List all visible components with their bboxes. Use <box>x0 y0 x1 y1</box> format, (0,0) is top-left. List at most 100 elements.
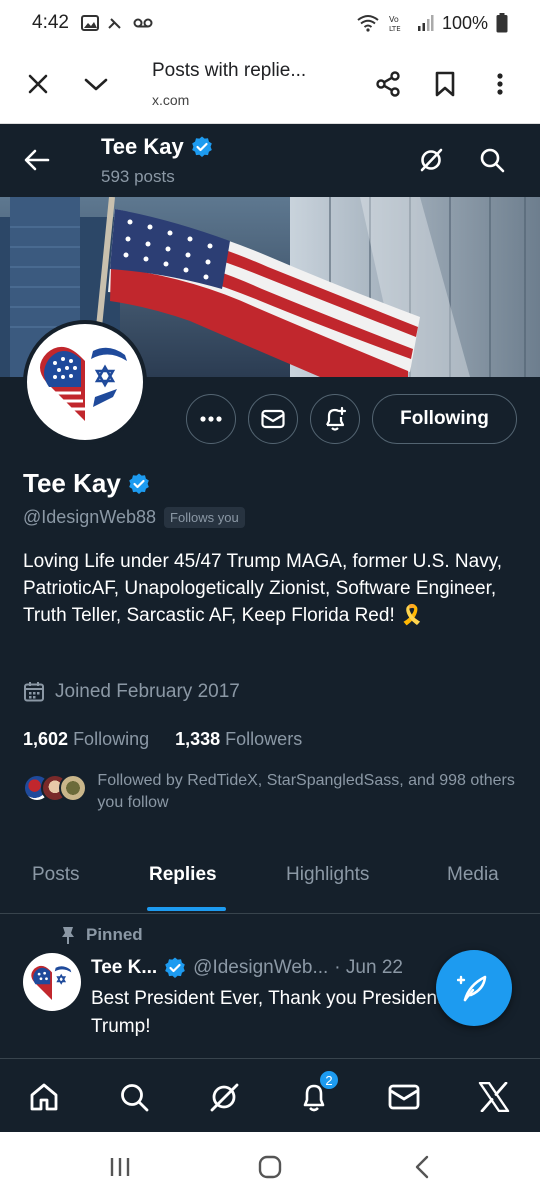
grok-icon <box>210 1083 239 1112</box>
followed-by-text: Followed by RedTideX, StarSpangledSass, … <box>97 772 515 811</box>
arrow-left-icon <box>24 149 50 171</box>
wifi-icon <box>357 15 379 32</box>
mutual-avatars <box>23 770 87 804</box>
more-vertical-icon <box>497 73 503 95</box>
verified-badge-icon <box>165 957 185 978</box>
recent-apps-button[interactable] <box>100 1152 140 1182</box>
notification-count-badge: 2 <box>318 1069 340 1091</box>
header-name: Tee Kay <box>101 134 184 159</box>
pin-icon <box>62 927 74 944</box>
nav-grok[interactable] <box>204 1077 244 1117</box>
tab-replies[interactable]: Replies <box>149 864 217 886</box>
compose-post-button[interactable] <box>436 950 512 1026</box>
following-stat[interactable]: 1,602 Following <box>23 729 149 750</box>
header-name-row: Tee Kay <box>101 134 214 160</box>
more-options-button[interactable] <box>480 64 520 104</box>
home-button[interactable] <box>250 1152 290 1182</box>
follows-you-badge: Follows you <box>164 507 245 528</box>
bookmark-icon <box>435 71 455 97</box>
home-circle-icon <box>258 1155 282 1179</box>
verified-badge-icon[interactable] <box>127 472 151 496</box>
nav-home[interactable] <box>24 1077 64 1117</box>
following-count: 1,602 <box>23 729 69 749</box>
followers-count: 1,338 <box>175 729 221 749</box>
svg-text:Vo: Vo <box>389 15 399 24</box>
voicemail-icon <box>133 18 153 28</box>
svg-text:LTE: LTE <box>389 25 401 32</box>
message-button[interactable] <box>248 394 298 444</box>
recent-apps-icon <box>110 1158 130 1176</box>
subscribe-notifications-button[interactable] <box>310 394 360 444</box>
following-button[interactable]: Following <box>372 394 517 444</box>
close-tab-button[interactable] <box>18 64 58 104</box>
header-post-count: 593 posts <box>101 167 175 186</box>
calendar-icon <box>24 682 44 702</box>
bookmark-button[interactable] <box>425 64 465 104</box>
bell-plus-icon <box>326 406 347 431</box>
grok-icon <box>420 148 443 172</box>
battery-percent: 100% <box>441 12 488 33</box>
tweet-author-handle[interactable]: @IdesignWeb... <box>193 957 328 979</box>
battery-icon <box>496 13 508 33</box>
follow-stats: 1,602 Following 1,338 Followers <box>23 729 302 750</box>
signal-icon <box>417 15 434 31</box>
compose-feather-icon <box>457 975 487 1002</box>
tweet-text[interactable]: Best President Ever, Thank you President… <box>91 985 451 1041</box>
status-right: Vo LTE 100% <box>356 13 508 34</box>
home-icon <box>30 1083 58 1111</box>
tweet-author-name[interactable]: Tee K... <box>91 957 157 979</box>
status-bar: 4:42 Vo LTE 100% <box>0 0 540 46</box>
active-tab-indicator <box>147 907 226 911</box>
chevron-down-icon <box>84 78 108 91</box>
nav-notifications[interactable]: 2 <box>294 1069 340 1117</box>
nav-x-premium[interactable] <box>474 1077 514 1117</box>
back-button[interactable] <box>17 140 57 180</box>
status-time: 4:42 <box>32 12 69 33</box>
avatar-heart-flag-image <box>31 965 73 1000</box>
system-back-button[interactable] <box>402 1152 442 1182</box>
followers-stat[interactable]: 1,338 Followers <box>175 729 302 750</box>
tweet-date[interactable]: · Jun 22 <box>334 957 403 979</box>
android-nav-bar <box>0 1132 540 1200</box>
profile-bio: Loving Life under 45/47 Trump MAGA, form… <box>23 551 503 626</box>
nav-messages[interactable] <box>384 1077 424 1117</box>
volte-icon: VoLTE <box>389 15 401 32</box>
profile-handle-row: @IdesignWeb88 Follows you <box>23 507 245 528</box>
close-icon <box>28 74 48 94</box>
search-icon <box>480 148 505 173</box>
joined-date: Joined February 2017 <box>55 681 240 702</box>
following-label: Following <box>73 729 150 749</box>
search-icon <box>121 1084 149 1112</box>
search-button[interactable] <box>472 140 512 180</box>
share-icon <box>376 71 400 97</box>
profile-name: Tee Kay <box>23 468 121 498</box>
browser-bar: Posts with replie... x.com <box>0 46 540 124</box>
browser-url[interactable]: x.com <box>152 92 189 108</box>
more-actions-button[interactable] <box>186 394 236 444</box>
share-button[interactable] <box>368 64 408 104</box>
bottom-navigation: 2 <box>0 1058 540 1132</box>
mutual-avatar <box>59 774 87 802</box>
tab-media[interactable]: Media <box>447 864 499 886</box>
profile-header-bar: Tee Kay 593 posts <box>0 124 540 197</box>
tab-posts[interactable]: Posts <box>32 864 80 886</box>
more-horizontal-icon <box>200 416 222 422</box>
profile-name-row: Tee Kay <box>23 468 151 499</box>
followed-by-row[interactable]: Followed by RedTideX, StarSpangledSass, … <box>23 770 523 814</box>
chevron-left-icon <box>415 1155 429 1179</box>
avatar-heart-flag-image <box>40 346 130 421</box>
nav-search[interactable] <box>114 1077 154 1117</box>
expand-button[interactable] <box>76 64 116 104</box>
x-logo-icon <box>478 1082 510 1112</box>
tweet-avatar[interactable] <box>23 953 81 1011</box>
profile-avatar[interactable] <box>23 320 147 444</box>
missed-call-icon <box>108 18 121 29</box>
browser-page-title: Posts with replie... <box>152 60 307 81</box>
mail-icon <box>261 409 285 429</box>
grok-button[interactable] <box>411 140 451 180</box>
pinned-label: Pinned <box>86 925 143 944</box>
tab-highlights[interactable]: Highlights <box>286 864 369 886</box>
pinned-label-row: Pinned <box>60 925 143 945</box>
followers-label: Followers <box>225 729 303 749</box>
profile-tabs: Posts Replies Highlights Media <box>0 840 540 914</box>
